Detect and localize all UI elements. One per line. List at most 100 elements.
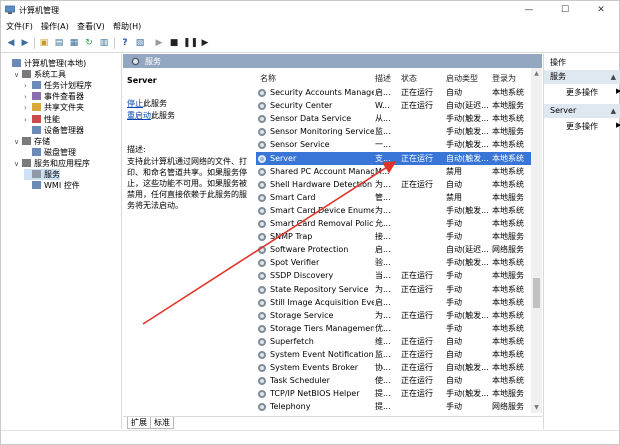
- service-row[interactable]: Server 支... 正在运行 自动(触发... 本地系统: [256, 151, 531, 165]
- service-gear-icon: [258, 193, 266, 202]
- service-row[interactable]: Telephony 提... 手动 网络服务: [256, 400, 531, 413]
- collapse-up-icon[interactable]: ▲: [611, 70, 616, 84]
- tree-node[interactable]: WMI 控件: [24, 180, 80, 191]
- scroll-down-icon[interactable]: ▼: [532, 404, 541, 411]
- service-description: 一...: [375, 140, 391, 150]
- tree-node[interactable]: ∨ 系统工具: [14, 69, 66, 80]
- service-name: System Events Broker: [270, 363, 359, 373]
- tab-extended[interactable]: 扩展: [127, 417, 151, 429]
- service-startup-type: 手动: [446, 323, 462, 333]
- service-row[interactable]: Smart Card Device Enumer...为... 手动(触发...本…: [256, 204, 531, 217]
- service-row[interactable]: Software Protection 启... 自动(延迟... 网络服务: [256, 243, 531, 256]
- service-status: 正在运行: [401, 271, 433, 281]
- service-description: 启...: [375, 297, 391, 307]
- tree-node-icon: [22, 70, 31, 79]
- actions-section-services[interactable]: 服务 ▲: [544, 70, 620, 84]
- forward-arrow-icon[interactable]: ▶: [19, 37, 31, 49]
- service-row[interactable]: Spot Verifier 验... 手动(触发... 本地系统: [256, 256, 531, 269]
- service-name: SSDP Discovery: [270, 271, 334, 281]
- export-list-icon[interactable]: ▦: [68, 37, 80, 49]
- actions-section-server[interactable]: Server ▲: [544, 104, 620, 118]
- service-row[interactable]: Shared PC Account Manager M... 禁用 本地系统: [256, 165, 531, 178]
- tree-expander-icon[interactable]: ∨: [14, 70, 22, 81]
- service-row[interactable]: State Repository Service 为... 正在运行 手动 本地系统: [256, 283, 531, 296]
- column-header-log-on-as[interactable]: 登录为: [492, 73, 516, 84]
- column-header-name[interactable]: 名称: [260, 73, 276, 84]
- menu-help[interactable]: 帮助(H): [113, 21, 141, 32]
- stop-service-icon[interactable]: ■: [168, 37, 180, 49]
- computer-management-icon: [5, 5, 15, 14]
- menu-action[interactable]: 操作(A): [41, 21, 69, 32]
- collapse-up-icon[interactable]: ▲: [611, 104, 616, 118]
- start-service-icon[interactable]: ▶: [153, 37, 165, 49]
- more-actions-server[interactable]: 更多操作 ▶: [566, 121, 620, 132]
- restart-service-icon[interactable]: ▶: [199, 37, 211, 49]
- back-arrow-icon[interactable]: ◀: [5, 37, 17, 49]
- service-row[interactable]: Storage Tiers Management 优... 手动 本地系统: [256, 322, 531, 335]
- service-startup-type: 手动: [446, 402, 462, 412]
- column-header-status[interactable]: 状态: [401, 73, 417, 84]
- properties-icon[interactable]: ▥: [98, 37, 110, 49]
- tree-node[interactable]: 服务: [24, 169, 60, 180]
- service-row[interactable]: Storage Service 为... 正在运行 手动(触发... 本地系统: [256, 309, 531, 322]
- stop-service-line: 停止此服务: [127, 98, 167, 109]
- up-folder-icon[interactable]: ▣: [38, 37, 50, 49]
- tree-node[interactable]: › 任务计划程序: [24, 80, 92, 91]
- menu-view[interactable]: 查看(V): [77, 21, 105, 32]
- tree-node[interactable]: ∨ 服务和应用程序: [14, 158, 90, 169]
- service-row[interactable]: Security Center W... 正在运行 自动(延迟... 本地服务: [256, 99, 531, 112]
- tree-expander-icon[interactable]: ∨: [14, 159, 22, 170]
- service-row[interactable]: System Event Notification ... 监... 正在运行 自动 本…: [256, 348, 531, 361]
- service-row[interactable]: Superfetch 维... 正在运行 自动 本地系统: [256, 335, 531, 348]
- tree-expander-icon[interactable]: ∨: [14, 137, 22, 148]
- service-row[interactable]: Smart Card 管... 禁用 本地服务: [256, 191, 531, 204]
- service-gear-icon: [258, 206, 266, 215]
- service-row[interactable]: Sensor Monitoring Service 监... 手动(触发... 本地服…: [256, 125, 531, 138]
- tree-node[interactable]: ∨ 存储: [14, 136, 50, 147]
- service-startup-type: 自动(触发...: [446, 153, 489, 163]
- service-row[interactable]: TCP/IP NetBIOS Helper 提... 正在运行 手动(触发... 本地服…: [256, 387, 531, 400]
- help-icon[interactable]: ?: [119, 37, 131, 49]
- vertical-scrollbar[interactable]: ▲ ▼: [531, 68, 542, 413]
- tree-node[interactable]: › 共享文件夹: [24, 102, 84, 113]
- column-header-startup-type[interactable]: 启动类型: [446, 73, 478, 84]
- tree-node[interactable]: › 性能: [24, 114, 60, 125]
- service-row[interactable]: Task Scheduler 使... 正在运行 自动 本地系统: [256, 374, 531, 387]
- scrollbar-thumb[interactable]: [533, 278, 540, 308]
- maximize-button[interactable]: ☐: [547, 1, 583, 19]
- refresh-icon[interactable]: ↻: [83, 37, 95, 49]
- restart-service-link[interactable]: 重启动: [127, 111, 151, 120]
- tree-node[interactable]: 磁盘管理: [24, 147, 76, 158]
- service-description: 启...: [375, 88, 391, 97]
- tree-node[interactable]: › 事件查看器: [24, 91, 84, 102]
- tree-node[interactable]: 设备管理器: [24, 125, 84, 136]
- close-button[interactable]: ✕: [583, 1, 619, 19]
- service-row[interactable]: SSDP Discovery 当... 正在运行 手动 本地服务: [256, 269, 531, 282]
- column-header-description[interactable]: 描述: [375, 73, 391, 84]
- service-log-on-as: 网络服务: [492, 245, 524, 255]
- help-panel-icon[interactable]: ▧: [134, 37, 146, 49]
- service-row[interactable]: Security Accounts Manager 启... 正在运行 自动 本地系统: [256, 86, 531, 99]
- tree-node[interactable]: 计算机管理(本地): [4, 58, 86, 69]
- service-status: 正在运行: [401, 336, 433, 346]
- minimize-button[interactable]: —: [511, 1, 547, 19]
- service-description: 管...: [375, 192, 391, 202]
- service-row[interactable]: Sensor Data Service 从... 手动(触发... 本地系统: [256, 112, 531, 125]
- service-status: 正在运行: [401, 350, 433, 359]
- more-actions-services[interactable]: 更多操作 ▶: [566, 87, 620, 98]
- menu-file[interactable]: 文件(F): [6, 21, 33, 32]
- stop-service-link[interactable]: 停止: [127, 99, 143, 108]
- service-row[interactable]: Still Image Acquisition Eve... 启... 手动 本地系统: [256, 296, 531, 309]
- service-name: Telephony: [270, 402, 311, 412]
- view-tabs: 扩展 标准: [123, 416, 542, 429]
- service-row[interactable]: Shell Hardware Detection 为... 正在运行 自动 本地系统: [256, 178, 531, 191]
- service-row[interactable]: Smart Card Removal Policy 允... 手动 本地系统: [256, 217, 531, 230]
- tab-standard[interactable]: 标准: [150, 417, 174, 429]
- scroll-up-icon[interactable]: ▲: [532, 70, 541, 77]
- service-row[interactable]: Sensor Service 一... 手动(触发... 本地系统: [256, 138, 531, 151]
- service-row[interactable]: SNMP Trap 接... 手动 本地服务: [256, 230, 531, 243]
- restart-service-suffix: 此服务: [151, 111, 175, 120]
- service-row[interactable]: System Events Broker 协... 正在运行 自动(触发... 本地系统: [256, 361, 531, 374]
- pause-service-icon[interactable]: ❚❚: [183, 37, 198, 49]
- show-hide-tree-icon[interactable]: ▤: [53, 37, 65, 49]
